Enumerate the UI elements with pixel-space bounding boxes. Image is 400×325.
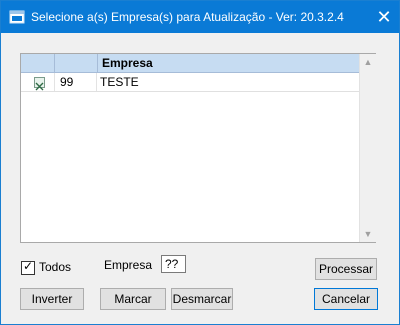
row-code: 99 <box>54 73 97 91</box>
row-checkbox[interactable] <box>34 77 45 91</box>
inverter-button[interactable]: Inverter <box>20 288 84 310</box>
close-icon: ✕ <box>376 7 392 27</box>
row-name: TESTE <box>100 75 139 89</box>
todos-checkbox[interactable]: ✓ <box>21 259 35 275</box>
header-cell-empresa[interactable]: Empresa <box>98 54 352 72</box>
desmarcar-button[interactable]: Desmarcar <box>171 288 233 310</box>
title-bar[interactable]: Selecione a(s) Empresa(s) para Atualizaç… <box>1 1 399 33</box>
company-grid[interactable]: Empresa 99 TESTE ▲ ▼ <box>20 53 376 243</box>
todos-label[interactable]: Todos <box>39 260 71 274</box>
app-window-icon <box>9 10 25 24</box>
marcar-button[interactable]: Marcar <box>100 288 166 310</box>
header-cell-code <box>54 54 98 72</box>
scroll-down-icon[interactable]: ▼ <box>360 226 376 242</box>
cancelar-button[interactable]: Cancelar <box>314 288 378 310</box>
vertical-scrollbar[interactable]: ▲ ▼ <box>359 54 376 242</box>
window-title: Selecione a(s) Empresa(s) para Atualizaç… <box>31 10 344 24</box>
close-button[interactable]: ✕ <box>373 6 395 28</box>
processar-button[interactable]: Processar <box>315 258 377 280</box>
scroll-up-icon[interactable]: ▲ <box>360 54 376 70</box>
empresa-label: Empresa <box>104 258 153 272</box>
empresa-field[interactable] <box>161 255 186 273</box>
table-row[interactable]: 99 TESTE <box>21 73 359 92</box>
grid-header: Empresa <box>21 54 359 73</box>
header-cell-select <box>21 54 55 72</box>
checkmark-icon: ✓ <box>23 259 34 273</box>
row-select-cell[interactable] <box>21 73 55 91</box>
dialog-window: Selecione a(s) Empresa(s) para Atualizaç… <box>0 0 400 325</box>
checked-icon <box>35 82 44 91</box>
